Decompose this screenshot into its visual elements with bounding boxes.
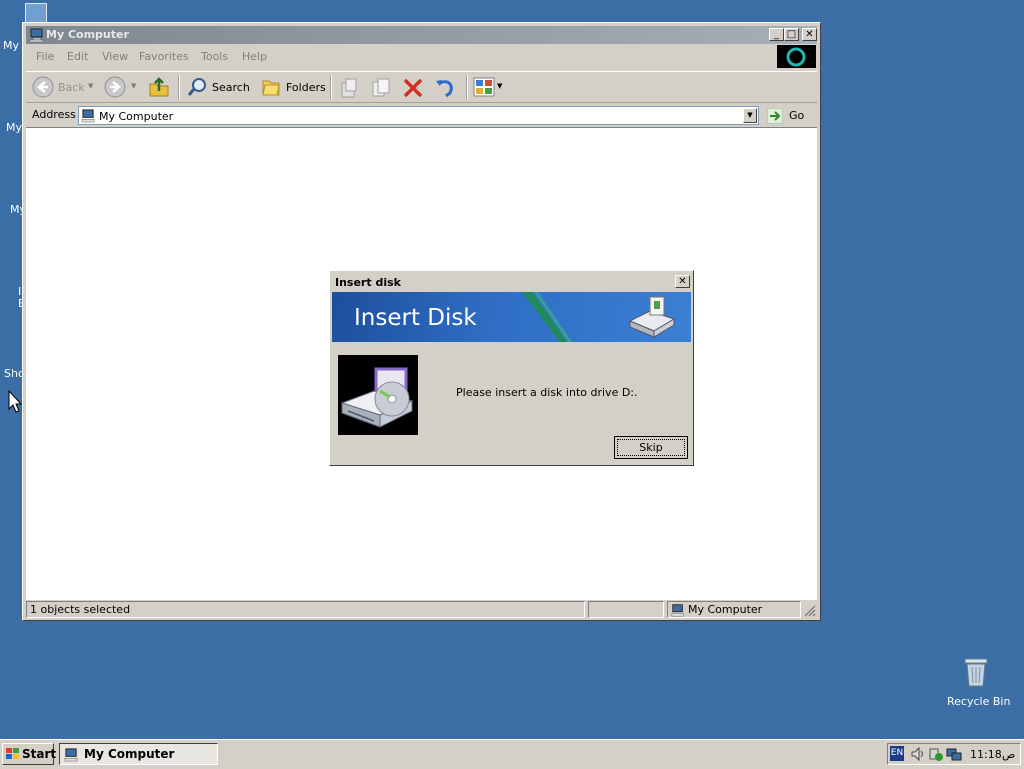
back-dropdown-icon[interactable]: ▼ (88, 82, 93, 90)
desktop-icon-label-1[interactable]: My (3, 39, 19, 52)
address-dropdown-button[interactable]: ▼ (743, 108, 757, 123)
back-arrow-icon (32, 76, 54, 98)
folders-button[interactable]: Folders (258, 74, 328, 100)
address-bar: Address My Computer ▼ Go (26, 103, 817, 127)
status-size (588, 601, 664, 618)
status-selection: 1 objects selected (26, 601, 585, 618)
window-title: My Computer (46, 28, 129, 41)
taskbar-item-label: My Computer (84, 747, 175, 761)
forward-arrow-icon (104, 76, 126, 98)
dialog-titlebar[interactable]: Insert disk ✕ (332, 273, 691, 291)
cd-drive-image (338, 355, 418, 435)
network-icon[interactable] (946, 746, 962, 762)
toolbar-separator (330, 75, 332, 99)
status-zone: My Computer (667, 601, 801, 618)
dialog-message: Please insert a disk into drive D:. (456, 386, 638, 399)
undo-icon[interactable] (434, 77, 456, 99)
recycle-bin-label[interactable]: Recycle Bin (947, 695, 1010, 708)
clock-ampm: ص (1002, 748, 1016, 761)
close-button[interactable]: ✕ (802, 28, 817, 41)
folders-icon (262, 80, 280, 96)
standard-toolbar: Back ▼ ▼ Search Folders ▼ (26, 71, 817, 103)
up-folder-icon (149, 77, 169, 97)
cd-drive-icon (340, 367, 414, 428)
skip-button[interactable]: Skip (614, 436, 688, 459)
address-label: Address (32, 108, 76, 121)
menu-view[interactable]: View (102, 50, 128, 63)
status-bar: 1 objects selected My Computer (26, 601, 817, 619)
start-label: Start (22, 747, 57, 761)
banner-swoosh (522, 292, 572, 342)
minimize-button[interactable]: _ (769, 28, 784, 41)
menu-file[interactable]: File (36, 50, 54, 63)
volume-icon[interactable] (910, 746, 926, 762)
up-folder-button[interactable] (146, 74, 172, 100)
toolbar-separator (466, 75, 468, 99)
views-dropdown-icon: ▼ (497, 82, 503, 90)
resize-grip-icon[interactable] (804, 605, 816, 617)
start-button[interactable]: Start (2, 743, 57, 765)
minimize-icon: _ (774, 29, 779, 40)
language-indicator[interactable]: EN (890, 746, 904, 761)
mouse-cursor-icon (8, 390, 22, 413)
menu-help[interactable]: Help (242, 50, 267, 63)
maximize-button[interactable]: □ (784, 28, 799, 41)
throbber-ring-icon (786, 47, 806, 67)
disk-drive-icon (628, 296, 676, 338)
my-computer-icon (671, 604, 684, 617)
forward-button[interactable]: ▼ (102, 74, 140, 100)
banner-heading: Insert Disk (354, 305, 477, 331)
views-button[interactable]: ▼ (472, 75, 504, 99)
recycle-bin-icon[interactable] (962, 656, 990, 688)
forward-dropdown-icon[interactable]: ▼ (131, 82, 136, 90)
menu-edit[interactable]: Edit (67, 50, 88, 63)
move-to-icon[interactable] (338, 77, 360, 99)
toolbar-separator (178, 75, 180, 99)
delete-icon[interactable] (402, 77, 424, 99)
system-tray: EN 11:18 ص (887, 743, 1021, 765)
go-label: Go (789, 109, 805, 122)
maximize-icon: □ (786, 29, 797, 40)
search-icon (187, 78, 206, 96)
dialog-banner: Insert Disk (332, 292, 691, 342)
my-computer-icon (64, 748, 78, 762)
address-field[interactable]: My Computer ▼ (78, 106, 759, 125)
go-button[interactable]: Go (764, 106, 814, 125)
skip-label: Skip (617, 439, 685, 456)
back-button[interactable]: Back ▼ (30, 74, 96, 100)
dialog-title: Insert disk (335, 276, 401, 289)
windows-flag-icon (6, 748, 19, 759)
windows-throbber-logo (777, 45, 816, 68)
views-icon (473, 77, 495, 97)
search-label: Search (212, 81, 250, 94)
copy-to-icon[interactable] (370, 77, 392, 99)
my-computer-icon (81, 109, 95, 123)
dialog-close-button[interactable]: ✕ (675, 275, 690, 288)
menu-bar: File Edit View Favorites Tools Help (26, 46, 817, 66)
go-arrow-icon (767, 108, 783, 124)
security-shield-icon[interactable] (928, 746, 944, 762)
desktop-icon-label-2[interactable]: My (6, 121, 22, 134)
back-label: Back (58, 81, 85, 94)
taskbar: Start My Computer EN 11:18 ص (0, 739, 1024, 769)
menu-favorites[interactable]: Favorites (139, 50, 189, 63)
my-computer-icon (29, 28, 44, 43)
window-titlebar[interactable]: My Computer _ □ ✕ (26, 26, 817, 44)
status-zone-label: My Computer (688, 603, 763, 616)
folders-label: Folders (286, 81, 326, 94)
insert-disk-dialog: Insert disk ✕ Insert Disk Please insert … (329, 270, 694, 466)
taskbar-item-my-computer[interactable]: My Computer (59, 743, 218, 765)
address-value: My Computer (99, 110, 174, 123)
search-button[interactable]: Search (184, 74, 250, 100)
close-icon: ✕ (805, 29, 814, 40)
clock[interactable]: 11:18 (970, 748, 1002, 761)
chevron-down-icon: ▼ (747, 111, 753, 119)
menu-tools[interactable]: Tools (201, 50, 228, 63)
close-icon: ✕ (678, 276, 687, 287)
